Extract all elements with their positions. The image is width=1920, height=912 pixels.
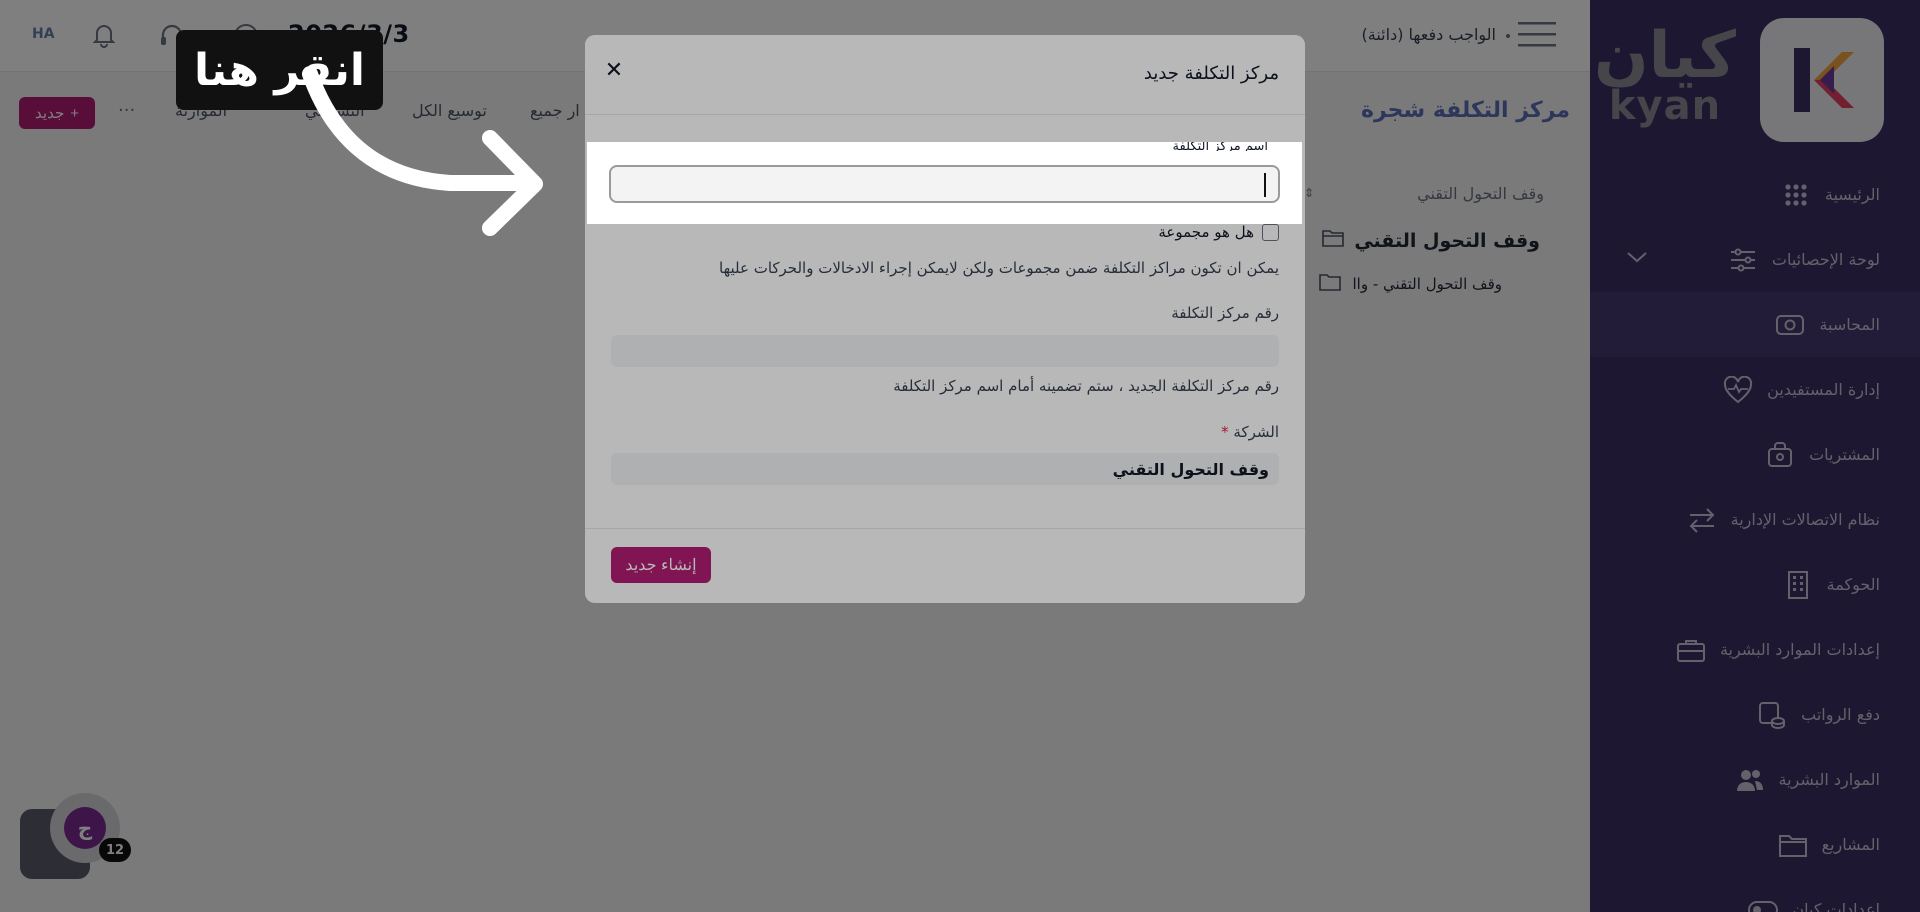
is-group-help-text: يمكن ان تكون مراكز التكلفة ضمن مجموعات و… bbox=[719, 259, 1279, 277]
required-mark: * bbox=[1221, 423, 1229, 441]
cost-center-name-input[interactable] bbox=[609, 165, 1280, 203]
new-cost-center-dialog: مركز التكلفة جديد ✕ هل هو مجموعة يمكن ان… bbox=[585, 35, 1305, 603]
close-icon[interactable]: ✕ bbox=[601, 57, 627, 83]
dialog-title: مركز التكلفة جديد bbox=[1143, 63, 1279, 84]
text-caret bbox=[1264, 173, 1266, 197]
footer-divider bbox=[585, 528, 1305, 529]
is-group-checkbox[interactable] bbox=[1262, 223, 1279, 241]
company-label-text: الشركة bbox=[1233, 423, 1279, 441]
highlighted-name-field: اسم مركز التكلفة bbox=[587, 142, 1302, 224]
cost-center-name-label: اسم مركز التكلفة bbox=[1172, 142, 1268, 151]
company-input[interactable]: وقف التحول التقني bbox=[611, 453, 1279, 485]
create-new-button[interactable]: إنشاء جديد bbox=[611, 547, 711, 583]
is-group-label: هل هو مجموعة bbox=[1158, 223, 1254, 241]
is-group-field[interactable]: هل هو مجموعة bbox=[1158, 223, 1279, 241]
company-label: الشركة * bbox=[1221, 423, 1279, 441]
cost-center-number-input[interactable] bbox=[611, 335, 1279, 367]
tutorial-arrow-icon bbox=[302, 66, 543, 236]
cost-center-number-help-text: رقم مركز التكلفة الجديد ، ستم تضمينه أما… bbox=[893, 377, 1279, 395]
cost-center-number-label: رقم مركز التكلفة bbox=[1171, 304, 1279, 322]
header-divider bbox=[585, 114, 1305, 115]
